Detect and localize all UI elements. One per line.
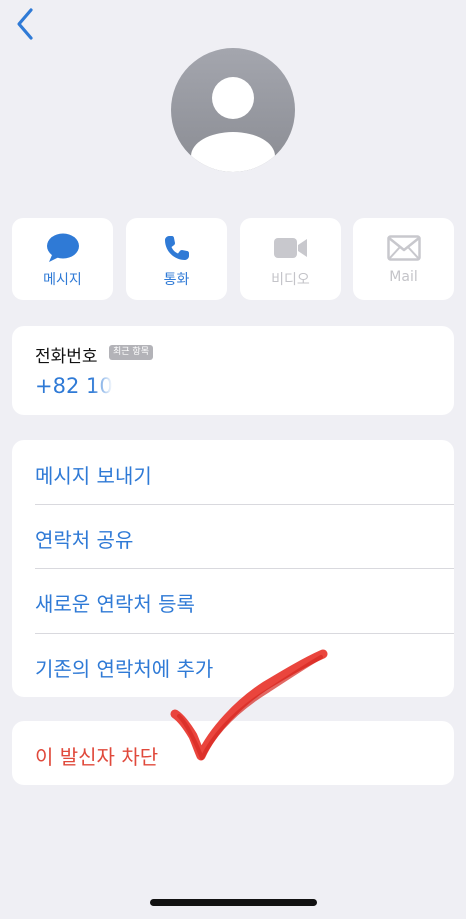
phone-number-value[interactable]: +82 10 (35, 374, 113, 398)
envelope-icon (386, 235, 421, 261)
send-message-label: 메시지 보내기 (35, 464, 152, 488)
contact-options-list: 메시지 보내기 연락처 공유 새로운 연락처 등록 기존의 연락처에 추가 (12, 440, 454, 697)
message-bubble-icon (46, 233, 79, 262)
create-new-contact-item[interactable]: 새로운 연락처 등록 (12, 568, 454, 632)
quick-actions: 메시지 통화 비디오 Mail (12, 218, 454, 300)
add-to-existing-contact-item[interactable]: 기존의 연락처에 추가 (12, 633, 454, 697)
phone-number-label: 전화번호 (35, 347, 98, 367)
back-button[interactable] (12, 6, 42, 42)
home-indicator[interactable] (150, 899, 317, 906)
phone-number-card: 전화번호 최근 항목 +82 10 (12, 326, 454, 415)
message-action-label: 메시지 (43, 272, 82, 288)
add-to-existing-contact-label: 기존의 연락처에 추가 (35, 657, 214, 681)
mail-action-button[interactable]: Mail (353, 218, 454, 300)
block-caller-button[interactable]: 이 발신자 차단 (12, 721, 454, 785)
mail-action-label: Mail (389, 269, 418, 285)
block-caller-label: 이 발신자 차단 (35, 745, 159, 769)
contact-avatar (171, 48, 295, 172)
video-camera-icon (273, 238, 307, 258)
share-contact-label: 연락처 공유 (35, 528, 134, 552)
share-contact-item[interactable]: 연락처 공유 (12, 504, 454, 568)
message-action-button[interactable]: 메시지 (12, 218, 113, 300)
phone-icon (164, 236, 189, 260)
person-silhouette-icon (191, 77, 275, 172)
chevron-left-icon (17, 8, 33, 40)
create-new-contact-label: 새로운 연락처 등록 (35, 592, 195, 616)
call-action-button[interactable]: 통화 (126, 218, 227, 300)
video-action-label: 비디오 (271, 272, 310, 288)
send-message-item[interactable]: 메시지 보내기 (12, 440, 454, 504)
call-action-label: 통화 (163, 272, 190, 288)
recent-badge: 최근 항목 (109, 345, 153, 360)
video-action-button[interactable]: 비디오 (240, 218, 341, 300)
